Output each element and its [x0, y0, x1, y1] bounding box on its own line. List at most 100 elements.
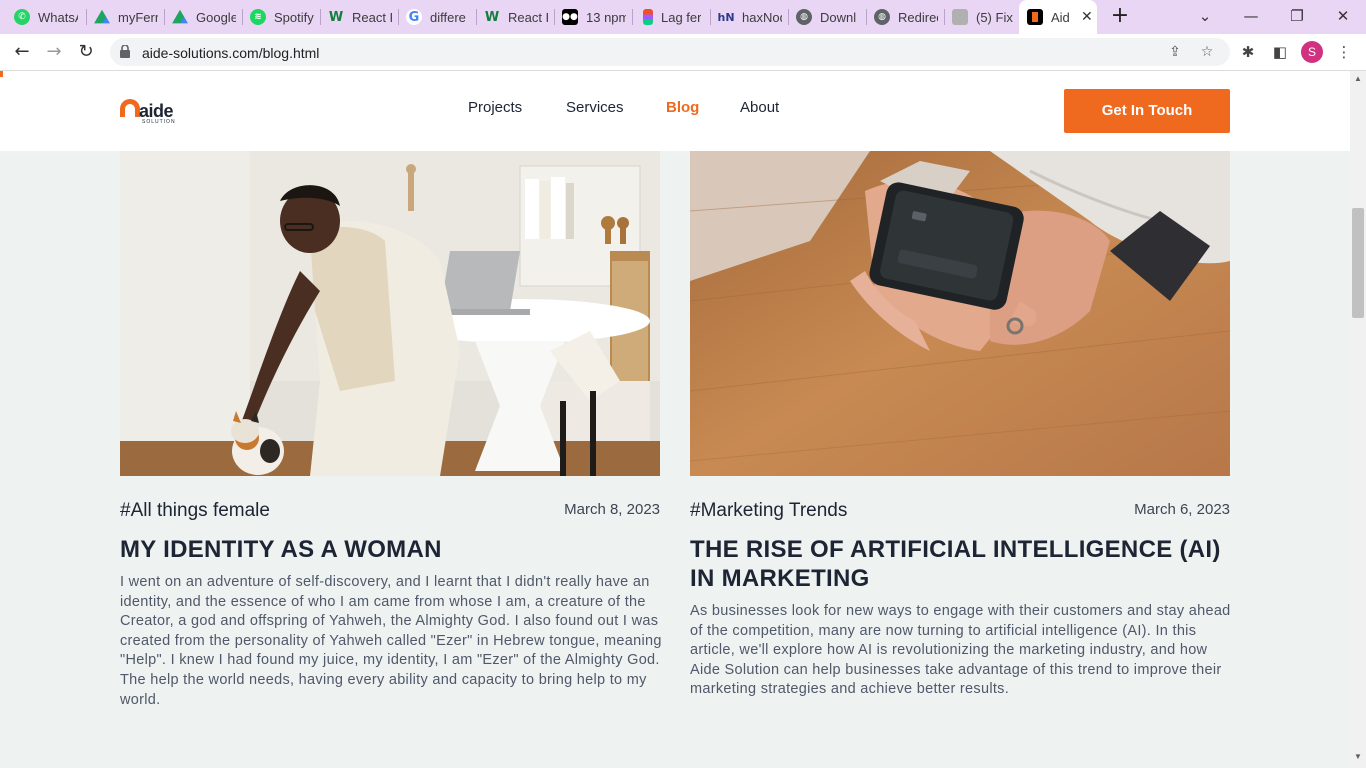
tab-title: (5) Fix I: [976, 9, 1016, 25]
tab-title: 13 npm: [586, 9, 626, 25]
tab-title: React F: [508, 9, 548, 25]
tab-spotify[interactable]: ≋ Spotify: [250, 0, 314, 34]
page-scrollbar[interactable]: [1350, 71, 1366, 768]
google-drive-icon: [94, 9, 110, 24]
scroll-down-arrow-icon[interactable]: ▼: [1352, 752, 1364, 764]
page-icon: [952, 9, 968, 25]
google-drive-icon: [172, 9, 188, 24]
share-icon[interactable]: ⇪: [1166, 43, 1184, 61]
tab-title: React F: [352, 9, 392, 25]
woman-with-laptop-photo: [120, 151, 660, 476]
scrollbar-thumb[interactable]: [1352, 208, 1364, 318]
tab-whatsapp[interactable]: ✆ WhatsApp: [14, 0, 78, 34]
tab-title: haxNod: [742, 9, 782, 25]
browser-toolbar: ← → ↻ aide-solutions.com/blog.html ⇪ ☆ ✱…: [0, 34, 1366, 71]
tab-title: differe: [430, 9, 466, 25]
tab-title: Google: [196, 9, 236, 25]
side-panel-icon[interactable]: ◧: [1270, 42, 1290, 62]
tab-title: Lag fer: [661, 9, 701, 25]
whatsapp-icon: ✆: [14, 9, 30, 25]
restore-button[interactable]: ❐: [1282, 4, 1312, 28]
post-excerpt: As businesses look for new ways to engag…: [690, 603, 1231, 698]
tab-haxnode[interactable]: hN haxNod: [718, 0, 782, 34]
tab-separator: [320, 9, 321, 25]
tab-separator: [632, 9, 633, 25]
nav-services[interactable]: Services: [566, 99, 624, 116]
tab-different[interactable]: G differe: [406, 0, 470, 34]
tab-title: Aid: [1051, 9, 1070, 25]
tab-title: WhatsApp: [38, 9, 78, 25]
google-icon: G: [406, 9, 422, 25]
tab-google[interactable]: Google: [172, 0, 236, 34]
tab-separator: [476, 9, 477, 25]
minimize-button[interactable]: —: [1236, 4, 1266, 28]
tab-strip: ✆ WhatsApp myFerr Google ≋ Spotify W Rea…: [0, 0, 1366, 34]
tab-title: Downl: [820, 9, 857, 25]
tab-separator: [398, 9, 399, 25]
logo-subtext: SOLUTION: [142, 119, 176, 125]
tab-separator: [788, 9, 789, 25]
figma-icon: [643, 9, 653, 25]
tab-separator: [242, 9, 243, 25]
spotify-icon: ≋: [250, 9, 266, 25]
w-icon: W: [484, 9, 500, 25]
hands-holding-phone-photo: [690, 151, 1230, 476]
tab-download[interactable]: ◍ Downl: [796, 0, 860, 34]
tab-title: myFerr: [118, 9, 158, 25]
close-icon[interactable]: ✕: [1081, 9, 1093, 25]
nav-blog[interactable]: Blog: [666, 99, 699, 116]
nav-projects[interactable]: Projects: [468, 99, 522, 116]
post-date: March 6, 2023: [1134, 501, 1230, 518]
scroll-up-arrow-icon[interactable]: ▲: [1352, 74, 1364, 86]
tab-myferr[interactable]: myFerr: [94, 0, 158, 34]
tab-title: Spotify: [274, 9, 314, 25]
tab-redirect[interactable]: ◍ Redirec: [874, 0, 938, 34]
site-header: aide SOLUTION Projects Services Blog Abo…: [0, 71, 1350, 151]
nav-about[interactable]: About: [740, 99, 779, 116]
medium-icon: ●●: [562, 9, 578, 25]
w-icon: W: [328, 9, 344, 25]
globe-icon: ◍: [874, 9, 890, 25]
decorative-accent: [0, 71, 3, 77]
lock-icon: [120, 45, 130, 58]
menu-icon[interactable]: ⋮: [1334, 42, 1354, 62]
page-viewport: aide SOLUTION Projects Services Blog Abo…: [0, 71, 1350, 768]
tab-react-1[interactable]: W React F: [328, 0, 392, 34]
post-title[interactable]: MY IDENTITY AS A WOMAN: [120, 535, 660, 564]
tab-aide-active[interactable]: Aid ✕: [1019, 0, 1097, 34]
profile-avatar[interactable]: S: [1301, 41, 1323, 63]
post-excerpt: I went on an adventure of self-discovery…: [120, 574, 662, 708]
get-in-touch-button[interactable]: Get In Touch: [1064, 89, 1230, 133]
logo-mark-icon: [120, 99, 140, 117]
new-tab-button[interactable]: +: [1109, 5, 1131, 29]
tab-search-button[interactable]: ⌄: [1190, 4, 1220, 28]
aide-logo[interactable]: aide SOLUTION: [120, 99, 190, 127]
tab-separator: [164, 9, 165, 25]
post-image-phone[interactable]: [690, 151, 1230, 476]
tab-figma[interactable]: Lag fer: [640, 0, 704, 34]
tab-title: Redirec: [898, 9, 938, 25]
aide-icon: [1027, 9, 1043, 25]
tab-fix[interactable]: (5) Fix I: [952, 0, 1016, 34]
tab-react-2[interactable]: W React F: [484, 0, 548, 34]
tab-separator: [866, 9, 867, 25]
tab-separator: [710, 9, 711, 25]
post-image-woman[interactable]: [120, 151, 660, 476]
close-window-button[interactable]: ✕: [1328, 4, 1358, 28]
address-bar[interactable]: aide-solutions.com/blog.html ⇪ ☆: [110, 38, 1230, 66]
tab-npm[interactable]: ●● 13 npm: [562, 0, 626, 34]
forward-button[interactable]: →: [42, 40, 66, 64]
post-date: March 8, 2023: [564, 501, 660, 518]
tab-separator: [86, 9, 87, 25]
post-tag[interactable]: #All things female: [120, 500, 270, 522]
post-tag[interactable]: #Marketing Trends: [690, 500, 847, 522]
tab-separator: [944, 9, 945, 25]
extensions-icon[interactable]: ✱: [1238, 42, 1258, 62]
tab-separator: [554, 9, 555, 25]
url-text: aide-solutions.com/blog.html: [142, 45, 320, 61]
globe-icon: ◍: [796, 9, 812, 25]
post-title[interactable]: THE RISE OF ARTIFICIAL INTELLIGENCE (AI)…: [690, 535, 1230, 593]
reload-button[interactable]: ↻: [74, 40, 98, 64]
back-button[interactable]: ←: [10, 40, 34, 64]
bookmark-star-icon[interactable]: ☆: [1198, 43, 1216, 61]
